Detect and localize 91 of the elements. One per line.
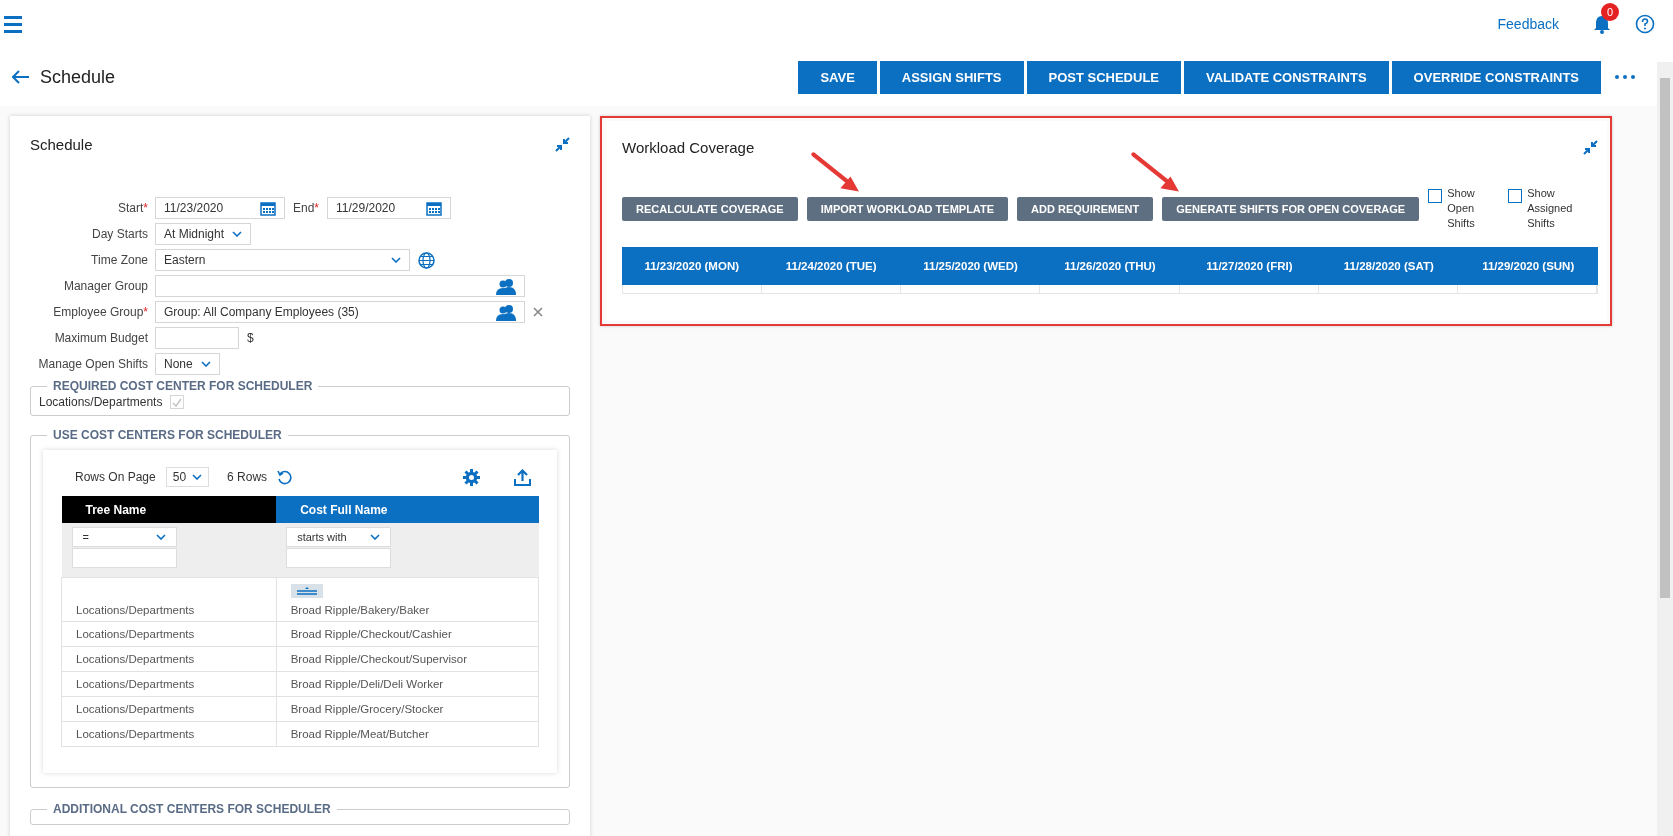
field-label: End* bbox=[293, 201, 320, 215]
day-column-header: 11/23/2020 (MON) bbox=[643, 260, 740, 272]
filter-dropdown[interactable]: = bbox=[71, 527, 177, 547]
table-cell: Locations/Departments bbox=[76, 728, 195, 740]
field-label: Day Starts bbox=[91, 227, 148, 241]
action-button[interactable]: OVERRIDE CONSTRAINTS bbox=[1391, 60, 1601, 94]
notification-badge: 0 bbox=[1601, 2, 1619, 21]
chevron-icon bbox=[391, 257, 401, 263]
panel-title: Schedule bbox=[30, 136, 93, 153]
field-label: Time Zone bbox=[90, 253, 148, 267]
table-cell: Locations/Departments bbox=[76, 628, 195, 640]
rows-on-page-label: Rows On Page bbox=[75, 470, 156, 484]
section-legend: ADDITIONAL COST CENTERS FOR SCHEDULER bbox=[47, 802, 337, 816]
table-cell: Broad Ripple/Bakery/Baker bbox=[290, 604, 430, 616]
calendar-icon[interactable] bbox=[426, 200, 443, 216]
coverage-button[interactable]: IMPORT WORKLOAD TEMPLATE bbox=[806, 196, 1009, 221]
panel-title: Workload Coverage bbox=[622, 139, 755, 156]
table-cell: Locations/Departments bbox=[76, 604, 195, 616]
collapse-icon[interactable] bbox=[1583, 140, 1598, 155]
coverage-button[interactable]: RECALCULATE COVERAGE bbox=[622, 196, 798, 221]
field-label: Start* bbox=[117, 201, 148, 215]
collapse-icon[interactable] bbox=[555, 137, 570, 152]
page-title: Schedule bbox=[40, 66, 116, 88]
table-cell: Locations/Departments bbox=[76, 703, 195, 715]
globe-icon[interactable] bbox=[418, 251, 435, 269]
collapse-handle-icon[interactable] bbox=[290, 584, 323, 598]
field-label: Employee Group* bbox=[52, 305, 148, 319]
chevron-icon bbox=[192, 474, 203, 480]
checkbox-label: Locations/Departments bbox=[39, 395, 163, 409]
checkbox[interactable] bbox=[1508, 189, 1523, 203]
filter-dropdown[interactable]: starts with bbox=[286, 527, 392, 547]
lookup-field[interactable] bbox=[155, 275, 525, 297]
day-column-header: 11/27/2020 (FRI) bbox=[1205, 260, 1294, 272]
section-legend: REQUIRED COST CENTER FOR SCHEDULER bbox=[47, 379, 319, 393]
currency-unit: $ bbox=[247, 331, 254, 345]
budget-field[interactable] bbox=[155, 327, 239, 349]
chevron-icon bbox=[200, 361, 211, 367]
table-cell: Locations/Departments bbox=[76, 653, 195, 665]
day-column-header: 11/24/2020 (TUE) bbox=[784, 260, 878, 272]
field-label: Manager Group bbox=[62, 279, 148, 293]
section-legend: USE COST CENTERS FOR SCHEDULER bbox=[47, 428, 288, 442]
refresh-icon[interactable] bbox=[277, 469, 293, 485]
table-cell: Broad Ripple/Deli/Deli Worker bbox=[290, 678, 444, 690]
coverage-button[interactable]: ADD REQUIREMENT bbox=[1017, 196, 1154, 221]
field-label: Manage Open Shifts bbox=[37, 357, 148, 371]
table-cell: Broad Ripple/Grocery/Stocker bbox=[290, 703, 444, 715]
action-button[interactable]: VALIDATE CONSTRAINTS bbox=[1184, 60, 1389, 94]
table-cell: Locations/Departments bbox=[76, 678, 195, 690]
row-count: 6 Rows bbox=[227, 470, 268, 484]
column-header[interactable]: Cost Full Name bbox=[276, 496, 539, 523]
column-header[interactable]: Tree Name bbox=[61, 496, 277, 523]
checkbox[interactable] bbox=[1428, 189, 1443, 203]
filter-field[interactable] bbox=[286, 548, 392, 568]
settings-icon[interactable] bbox=[463, 468, 480, 486]
action-button[interactable]: POST SCHEDULE bbox=[1026, 60, 1181, 94]
field-label: Maximum Budget bbox=[53, 331, 148, 345]
table-cell: Broad Ripple/Meat/Butcher bbox=[290, 728, 429, 740]
day-column-header: 11/26/2020 (THU) bbox=[1063, 260, 1157, 272]
people-icon[interactable] bbox=[496, 303, 516, 321]
day-column-header: 11/29/2020 (SUN) bbox=[1481, 260, 1576, 272]
feedback-link[interactable]: Feedback bbox=[1497, 16, 1559, 32]
checkbox-label: Show Assigned Shifts bbox=[1527, 186, 1574, 231]
scrollbar[interactable] bbox=[1657, 62, 1673, 836]
help-icon[interactable] bbox=[1635, 14, 1655, 34]
clear-icon[interactable] bbox=[533, 307, 543, 317]
day-column-header: 11/28/2020 (SAT) bbox=[1342, 260, 1435, 272]
chevron-icon bbox=[370, 534, 381, 540]
action-button[interactable]: ASSIGN SHIFTS bbox=[879, 60, 1024, 94]
checkbox-label: Show Open Shifts bbox=[1447, 186, 1476, 231]
date-field[interactable]: 11/29/2020 bbox=[327, 197, 452, 219]
dropdown[interactable]: None bbox=[155, 353, 220, 375]
people-icon[interactable] bbox=[496, 277, 516, 295]
dropdown[interactable]: Eastern bbox=[155, 249, 410, 271]
filter-field[interactable] bbox=[71, 548, 177, 568]
table-cell: Broad Ripple/Checkout/Supervisor bbox=[290, 653, 468, 665]
menu-icon[interactable] bbox=[4, 15, 24, 33]
dropdown[interactable]: At Midnight bbox=[155, 223, 252, 245]
chevron-icon bbox=[155, 534, 166, 540]
coverage-button[interactable]: GENERATE SHIFTS FOR OPEN COVERAGE bbox=[1162, 196, 1420, 221]
calendar-icon[interactable] bbox=[260, 200, 276, 216]
table-cell: Broad Ripple/Checkout/Cashier bbox=[290, 628, 452, 640]
day-column-header: 11/25/2020 (WED) bbox=[922, 260, 1019, 272]
more-icon[interactable] bbox=[1615, 75, 1635, 79]
chevron-icon bbox=[232, 231, 243, 237]
back-icon[interactable] bbox=[12, 70, 30, 84]
date-field[interactable]: 11/23/2020 bbox=[155, 197, 285, 219]
action-button[interactable]: SAVE bbox=[798, 60, 877, 94]
bell-icon[interactable] bbox=[1593, 14, 1611, 34]
export-icon[interactable] bbox=[514, 468, 531, 486]
lookup-field[interactable]: Group: All Company Employees (35) bbox=[155, 301, 525, 323]
rows-on-page-dropdown[interactable]: 50 bbox=[165, 467, 210, 487]
